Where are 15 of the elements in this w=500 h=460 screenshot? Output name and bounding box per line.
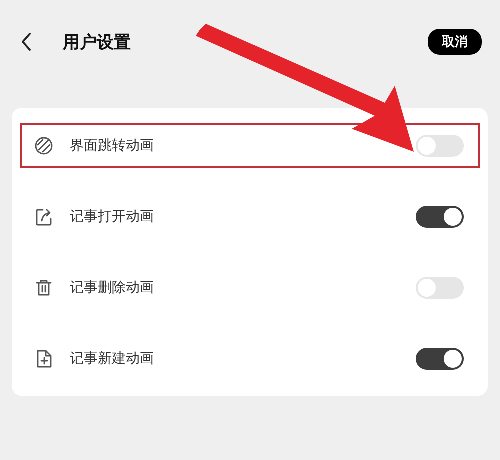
toggle-switch[interactable]	[416, 348, 464, 370]
page-title: 用户设置	[63, 32, 131, 54]
back-button[interactable]	[20, 32, 33, 52]
trash-icon	[34, 278, 54, 298]
circle-pattern-icon	[34, 136, 54, 156]
share-icon	[34, 206, 54, 226]
setting-label: 记事新建动画	[70, 350, 154, 368]
back-chevron-icon	[20, 32, 33, 52]
toggle-switch[interactable]	[416, 206, 464, 228]
setting-label: 记事打开动画	[70, 208, 154, 226]
toggle-switch[interactable]	[416, 276, 464, 298]
setting-label: 界面跳转动画	[70, 136, 154, 154]
toggle-switch[interactable]	[416, 134, 464, 156]
setting-label: 记事删除动画	[70, 278, 154, 296]
cancel-button[interactable]: 取消	[428, 29, 482, 55]
